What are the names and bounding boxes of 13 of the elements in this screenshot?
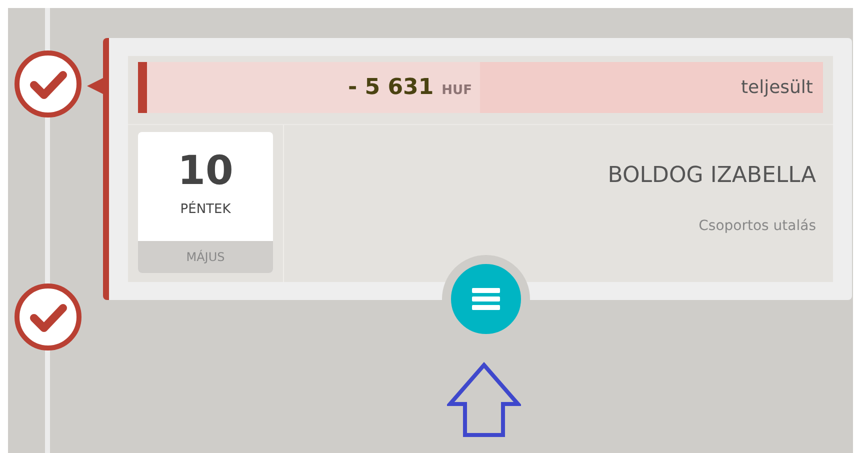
check-icon <box>13 49 83 119</box>
up-arrow-icon <box>447 362 521 438</box>
transaction-type: Csoportos utalás <box>698 218 816 234</box>
check-icon <box>13 282 83 352</box>
status-stripe <box>138 62 147 113</box>
payee-name: BOLDOG IZABELLA <box>608 163 816 188</box>
month: MÁJUS <box>186 250 225 264</box>
day-number: 10 <box>178 147 234 196</box>
amount: - 5 631 <box>348 75 434 100</box>
weekday: PÉNTEK <box>180 202 231 217</box>
menu-icon <box>472 287 500 311</box>
currency: HUF <box>442 82 472 98</box>
status-label: teljesült <box>740 77 813 98</box>
